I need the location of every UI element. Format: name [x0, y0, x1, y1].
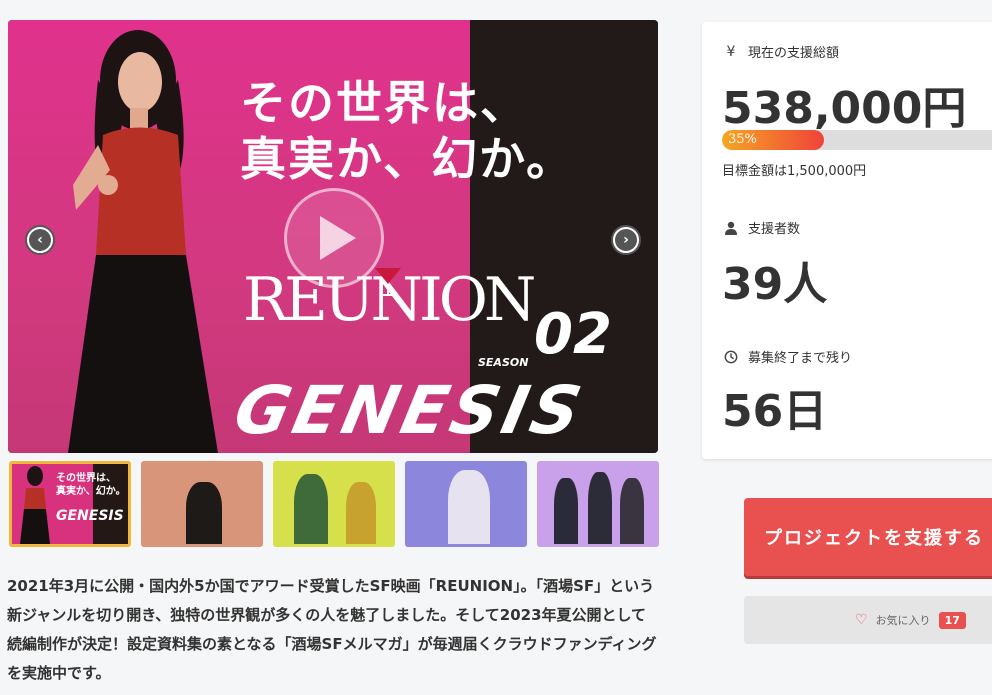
carousel-next-button[interactable]: ›	[611, 225, 641, 255]
favorite-button[interactable]: ♡ お気に入り 17	[744, 596, 992, 644]
supporters-label: 支援者数	[748, 222, 801, 237]
thumb-figure	[346, 482, 376, 544]
supporters-label-row: 支援者数	[724, 218, 800, 237]
goal-amount: 目標金額は1,500,000円	[722, 164, 867, 179]
total-label-row: ¥ 現在の支援総額	[724, 42, 840, 62]
thumbnail-strip: その世界は、 真実か、幻か。 GENESIS	[9, 461, 659, 547]
remaining-label-row: 募集終了まで残り	[724, 347, 852, 366]
thumb-logo: GENESIS	[56, 508, 124, 524]
thumb-figure	[554, 478, 578, 544]
person-icon	[725, 221, 737, 235]
thumb-headline: その世界は、 真実か、幻か。	[56, 473, 126, 497]
thumbnail-5[interactable]	[537, 461, 659, 547]
chevron-right-icon: ›	[615, 229, 637, 251]
clock-icon	[724, 350, 738, 363]
thumbnail-2[interactable]	[141, 461, 263, 547]
thumb-figure	[588, 472, 612, 544]
cocktail-glass-icon	[375, 268, 401, 296]
thumb-figure	[294, 474, 328, 544]
project-description: 2021年3月に公開・国内外5か国でアワード受賞したSF映画「REUNION」。…	[7, 577, 657, 682]
carousel-prev-button[interactable]: ‹	[25, 225, 55, 255]
thumbnail-1[interactable]: その世界は、 真実か、幻か。 GENESIS	[9, 461, 131, 547]
remaining-label: 募集終了まで残り	[748, 351, 853, 366]
total-amount: 538,000円	[722, 83, 967, 134]
favorite-label: お気に入り	[875, 614, 931, 627]
remaining-days: 56日	[722, 386, 828, 437]
support-project-button[interactable]: プロジェクトを支援する	[744, 498, 992, 576]
thumb-figure	[620, 478, 644, 544]
actress-figure	[68, 30, 218, 453]
thumb-figure	[20, 466, 50, 544]
season-number: 02	[534, 302, 612, 367]
funding-progress-bar	[722, 130, 992, 150]
supporters-count: 39人	[722, 259, 828, 310]
season-label: SEASON	[478, 356, 529, 369]
play-icon	[320, 216, 356, 260]
thumbnail-4[interactable]	[405, 461, 527, 547]
genesis-logo: GENESIS	[227, 372, 592, 449]
thumb-figure	[448, 470, 490, 544]
hero-headline: その世界は、 真実か、幻か。	[240, 76, 575, 186]
chevron-left-icon: ‹	[29, 229, 51, 251]
progress-percent: 35%	[728, 132, 757, 147]
total-label: 現在の支援総額	[748, 46, 840, 61]
favorite-count-badge: 17	[938, 611, 966, 629]
yen-icon: ¥	[726, 43, 736, 60]
main-visual[interactable]: その世界は、 真実か、幻か。 REUNION SEASON 02 GENESIS…	[8, 20, 658, 453]
funding-stats-card: ¥ 現在の支援総額 538,000円 35% 目標金額は1,500,000円 支…	[702, 22, 992, 459]
thumb-figure	[186, 482, 222, 544]
play-video-button[interactable]	[284, 188, 384, 288]
heart-icon: ♡	[855, 612, 868, 628]
thumbnail-3[interactable]	[273, 461, 395, 547]
